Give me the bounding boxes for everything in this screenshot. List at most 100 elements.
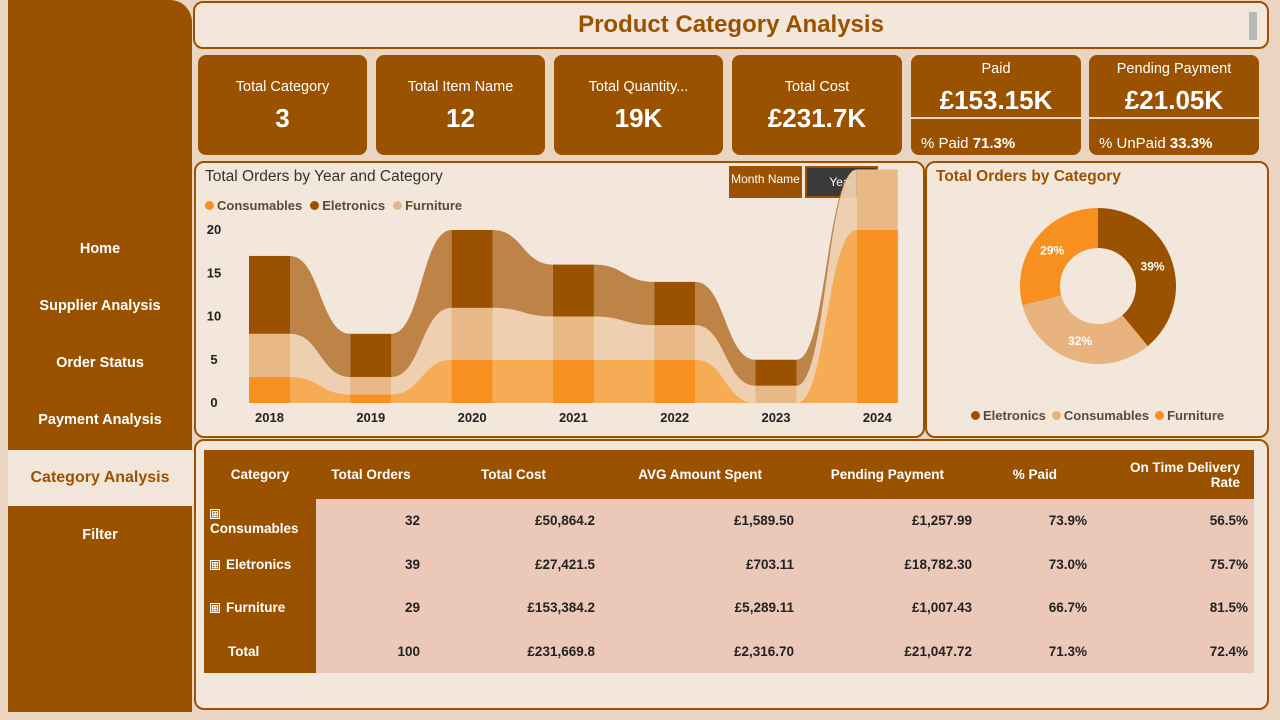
y-tick-label: 15 xyxy=(207,265,221,280)
bar-consumables[interactable] xyxy=(249,377,290,403)
bar-consumables[interactable] xyxy=(552,359,594,403)
nav-item-payment-analysis[interactable]: Payment Analysis xyxy=(8,396,192,444)
nav-item-filter[interactable]: Filter xyxy=(8,511,192,559)
bar-furniture[interactable] xyxy=(654,325,696,360)
table-cell: £153,384.2 xyxy=(426,586,601,630)
table-cell: 72.4% xyxy=(1093,629,1254,673)
kpi-value: 19K xyxy=(614,103,663,133)
table-cell: £50,864.2 xyxy=(426,499,601,543)
legend-dot xyxy=(971,411,980,420)
table-row[interactable]: ⊞Consumables 32 £50,864.2 £1,589.50 £1,257.9… xyxy=(204,499,1254,543)
x-tick-label: 2022 xyxy=(660,410,689,425)
kpi-divider xyxy=(911,117,1081,119)
table-cell: 73.9% xyxy=(978,499,1093,543)
nav-item-order-status[interactable]: Order Status xyxy=(8,339,192,387)
table-cell: £231,669.8 xyxy=(426,629,601,673)
table-row[interactable]: ⊞ Furniture 29 £153,384.2 £5,289.11 £1,007.43… xyxy=(204,586,1254,630)
slice-consumables[interactable] xyxy=(1022,295,1148,364)
kpi-label: Total Item Name xyxy=(407,79,514,95)
y-tick-label: 5 xyxy=(210,352,217,367)
expand-icon[interactable]: ⊞ xyxy=(210,508,220,519)
bar-furniture[interactable] xyxy=(755,385,797,403)
x-tick-label: 2019 xyxy=(356,410,385,425)
column-header[interactable]: Pending Payment xyxy=(800,450,978,499)
table-cell: 32 xyxy=(316,499,426,543)
kpi-sub-label: % UnPaid xyxy=(1099,135,1166,152)
kpi-sub-value: 71.3% xyxy=(972,135,1016,152)
bar-eletronics[interactable] xyxy=(552,264,594,317)
table-cell: £1,257.99 xyxy=(800,499,978,543)
nav-item-label: Home xyxy=(79,241,121,257)
kpi-label: Pending Payment xyxy=(1116,61,1232,77)
nav-item-category-analysis[interactable]: Category Analysis xyxy=(8,450,208,506)
legend-item-consumables[interactable]: Consumables xyxy=(1051,408,1150,423)
bar-furniture[interactable] xyxy=(350,377,392,395)
legend-label: Consumables xyxy=(1063,408,1150,423)
kpi-label: Total Category xyxy=(235,79,330,95)
expand-icon[interactable]: ⊞ xyxy=(210,559,220,570)
nav-item-label: Category Analysis xyxy=(30,469,170,486)
x-tick-label: 2018 xyxy=(255,410,284,425)
table-cell: £1,589.50 xyxy=(601,499,800,543)
bar-eletronics[interactable] xyxy=(654,281,696,326)
y-tick-label: 10 xyxy=(207,309,221,324)
column-header[interactable]: % Paid xyxy=(978,450,1093,499)
expand-icon[interactable]: ⊞ xyxy=(210,603,220,614)
y-tick-label: 0 xyxy=(210,395,217,410)
kpi-value: £153.15K xyxy=(939,85,1053,115)
column-header[interactable]: Total Orders xyxy=(316,450,426,499)
table-cell: 81.5% xyxy=(1093,586,1254,630)
y-tick-label: 20 xyxy=(207,222,221,237)
column-header[interactable]: Total Cost xyxy=(426,450,601,499)
nav-item-label: Order Status xyxy=(56,355,144,371)
table-total-row[interactable]: Total 100 £231,669.8 £2,316.70 £21,047.72 71.… xyxy=(204,629,1254,673)
bar-eletronics[interactable] xyxy=(249,255,290,334)
bar-furniture[interactable] xyxy=(249,333,290,378)
kpi-value: £21.05K xyxy=(1124,85,1224,115)
slice-label: 39% xyxy=(1141,259,1165,273)
category-cell: ⊞Consumables xyxy=(204,499,316,543)
column-header[interactable]: Category xyxy=(204,450,316,499)
table-cell: 75.7% xyxy=(1093,542,1254,586)
kpi-card-paid: Paid £153.15K % Paid 71.3% xyxy=(911,55,1081,155)
kpi-sub: % UnPaid 33.3% xyxy=(1099,135,1212,152)
bar-furniture[interactable] xyxy=(451,307,493,360)
kpi-value: £231.7K xyxy=(767,103,867,133)
ribbon-consumables xyxy=(492,359,553,403)
kpi-divider xyxy=(1089,117,1259,119)
bar-consumables[interactable] xyxy=(654,359,696,403)
table-cell: 100 xyxy=(316,629,426,673)
table-cell: 71.3% xyxy=(978,629,1093,673)
column-header[interactable]: On Time Delivery Rate xyxy=(1093,450,1254,499)
category-label: Eletronics xyxy=(226,556,292,572)
dashboard-root: Home Supplier Analysis Order Status Paym… xyxy=(0,0,1280,720)
category-cell: Total xyxy=(204,629,316,673)
ribbon-eletronics xyxy=(593,264,655,326)
legend-item-furniture[interactable]: Furniture xyxy=(1155,408,1224,423)
bar-eletronics[interactable] xyxy=(451,230,493,308)
nav-item-supplier-analysis[interactable]: Supplier Analysis xyxy=(8,282,192,330)
bar-eletronics[interactable] xyxy=(350,333,392,378)
title-bar: Product Category Analysis xyxy=(193,1,1269,49)
bar-consumables[interactable] xyxy=(856,230,898,403)
column-header[interactable]: AVG Amount Spent xyxy=(601,450,800,499)
bar-furniture[interactable] xyxy=(552,316,594,360)
table-row[interactable]: ⊞ Eletronics 39 £27,421.5 £703.11 £18,782.30 7… xyxy=(204,542,1254,586)
bar-eletronics[interactable] xyxy=(755,359,797,386)
bar-furniture[interactable] xyxy=(856,169,898,230)
kpi-sub: % Paid 71.3% xyxy=(921,135,1015,152)
table-cell: £1,007.43 xyxy=(800,586,978,630)
ribbon-eletronics xyxy=(492,230,553,317)
bar-consumables[interactable] xyxy=(350,394,392,403)
bar-consumables[interactable] xyxy=(451,359,493,403)
slice-label: 29% xyxy=(1040,243,1064,257)
scrollbar-thumb[interactable] xyxy=(1249,12,1257,40)
kpi-label: Total Quantity... xyxy=(588,79,689,95)
legend-item-eletronics[interactable]: Eletronics xyxy=(971,408,1046,423)
table-cell: 29 xyxy=(316,586,426,630)
nav-item-home[interactable]: Home xyxy=(8,225,192,273)
nav-item-label: Filter xyxy=(82,527,118,543)
x-tick-label: 2020 xyxy=(458,410,487,425)
kpi-card-total-cost: Total Cost £231.7K xyxy=(732,55,902,155)
ribbon-chart: 0 5 10 15 20 2018 2019 2020 2021 2022 2023 2024 xyxy=(207,169,898,425)
